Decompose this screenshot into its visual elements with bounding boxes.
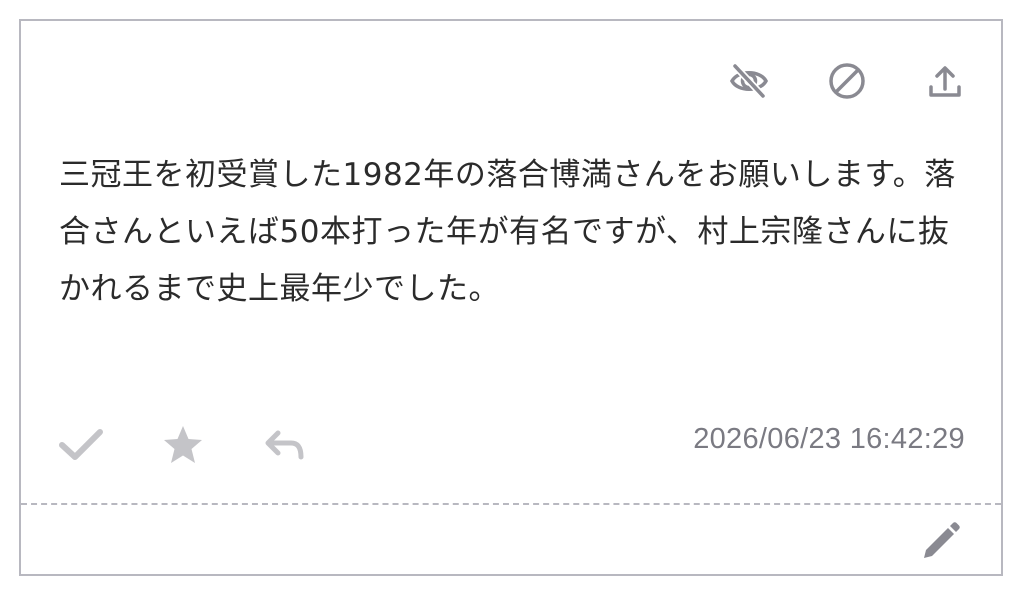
hide-button[interactable]: [729, 61, 769, 101]
divider: [21, 503, 1001, 505]
favorite-button[interactable]: [159, 421, 207, 469]
card-top-actions: [729, 61, 965, 101]
timestamp: 2026/06/23 16:42:29: [693, 423, 965, 455]
eye-slash-icon: [730, 63, 768, 99]
upload-icon: [929, 66, 961, 97]
block-button[interactable]: [827, 61, 867, 101]
edit-button[interactable]: [917, 517, 965, 565]
check-icon: [59, 429, 103, 460]
ban-icon: [829, 63, 865, 99]
reply-icon: [265, 430, 304, 460]
share-button[interactable]: [925, 61, 965, 101]
pencil-icon: [924, 522, 960, 558]
message-card: 三冠王を初受賞した1982年の落合博満さんをお願いします。落合さんといえば50本…: [19, 19, 1003, 576]
message-text: 三冠王を初受賞した1982年の落合博満さんをお願いします。落合さんといえば50本…: [59, 157, 956, 307]
reply-button[interactable]: [261, 421, 309, 469]
card-bottom-actions: [57, 421, 309, 469]
star-icon: [164, 426, 202, 463]
check-button[interactable]: [57, 421, 105, 469]
